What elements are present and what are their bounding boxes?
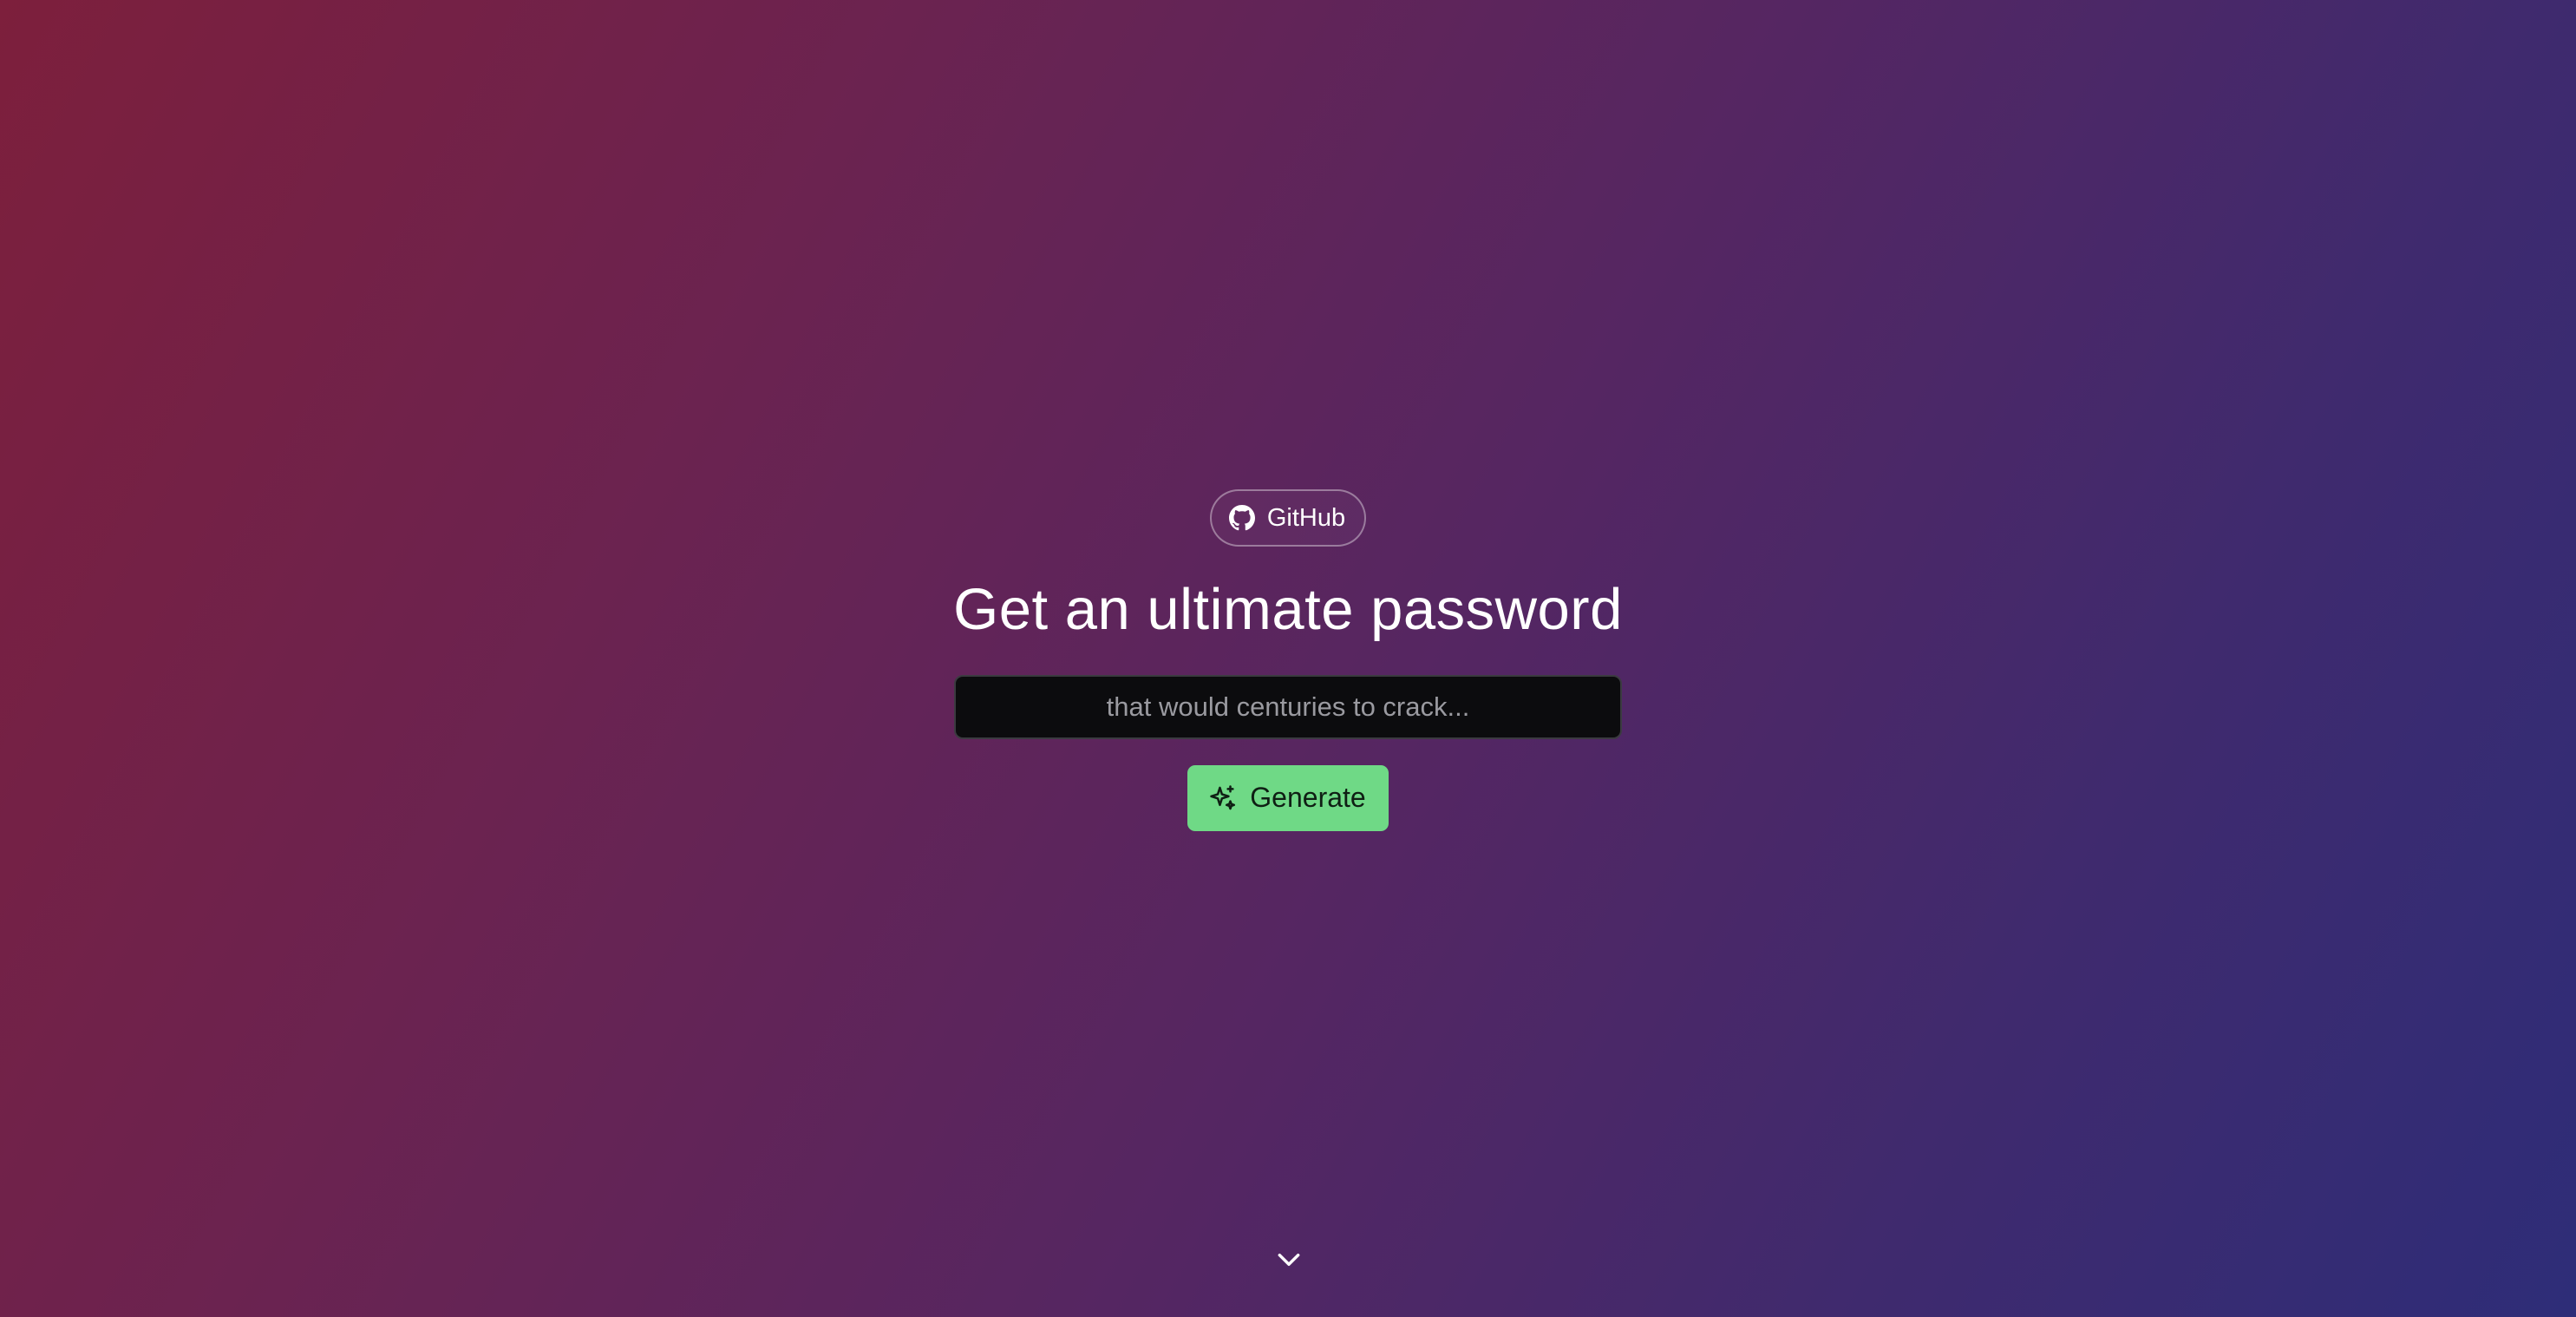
github-icon bbox=[1228, 505, 1255, 531]
page-title: Get an ultimate password bbox=[953, 577, 1623, 642]
password-input[interactable] bbox=[954, 674, 1622, 739]
sparkles-icon bbox=[1208, 783, 1238, 813]
chevron-down-icon bbox=[1275, 1246, 1303, 1274]
generate-button[interactable]: Generate bbox=[1187, 764, 1389, 831]
generate-label: Generate bbox=[1250, 782, 1366, 814]
hero-section: GitHub Get an ultimate password Generate bbox=[0, 489, 2576, 831]
scroll-down-button[interactable] bbox=[1275, 1246, 1303, 1274]
github-label: GitHub bbox=[1266, 503, 1346, 532]
github-link[interactable]: GitHub bbox=[1209, 489, 1367, 547]
landing-page: GitHub Get an ultimate password Generate bbox=[0, 0, 2576, 1317]
